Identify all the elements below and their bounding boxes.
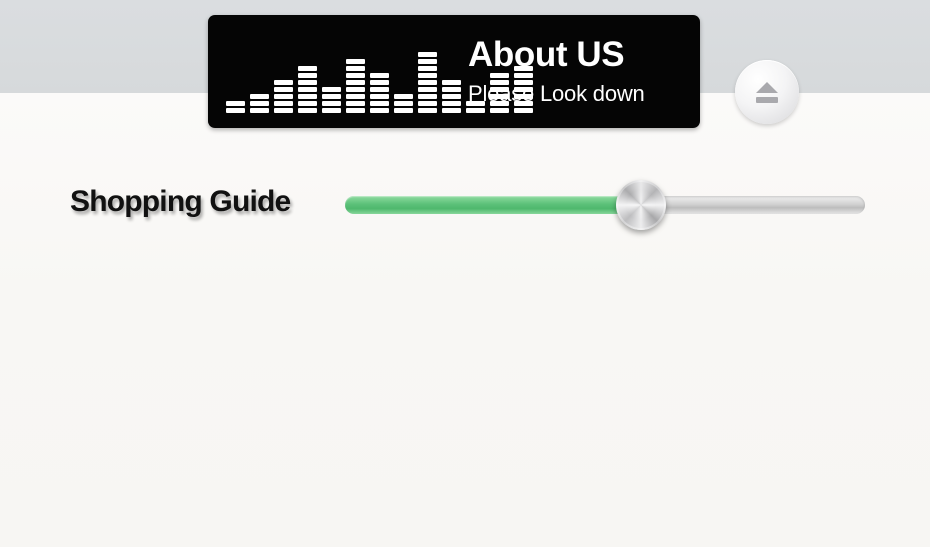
equalizer-bar (418, 52, 437, 113)
equalizer-segment (346, 80, 365, 85)
about-us-banner: About US Please Look down (208, 15, 700, 128)
equalizer-segment (226, 108, 245, 113)
equalizer-segment (298, 101, 317, 106)
equalizer-segment (418, 94, 437, 99)
equalizer-segment (274, 80, 293, 85)
shopping-icons-row (60, 393, 870, 509)
equalizer-bar (394, 94, 413, 113)
equalizer-segment (418, 73, 437, 78)
equalizer-segment (298, 66, 317, 71)
equalizer-segment (418, 87, 437, 92)
equalizer-segment (370, 87, 389, 92)
equalizer-segment (442, 101, 461, 106)
equalizer-segment (298, 80, 317, 85)
equalizer-bar (250, 94, 269, 113)
equalizer-bar (298, 66, 317, 113)
equalizer-bar (442, 80, 461, 113)
equalizer-segment (418, 52, 437, 57)
banner-title: About US (468, 35, 625, 74)
progress-slider[interactable] (345, 180, 865, 230)
equalizer-segment (442, 108, 461, 113)
equalizer-segment (418, 108, 437, 113)
equalizer-segment (298, 108, 317, 113)
equalizer-segment (346, 66, 365, 71)
equalizer-segment (442, 94, 461, 99)
equalizer-segment (298, 87, 317, 92)
eject-icon (756, 81, 778, 93)
equalizer-segment (346, 87, 365, 92)
equalizer-segment (274, 108, 293, 113)
equalizer-bar (226, 101, 245, 113)
eject-icon-bar (756, 96, 778, 103)
equalizer-segment (322, 87, 341, 92)
shopping-steps-row (60, 245, 870, 375)
equalizer-segment (250, 94, 269, 99)
equalizer-segment (322, 94, 341, 99)
eject-button[interactable] (735, 60, 799, 124)
equalizer-segment (346, 108, 365, 113)
equalizer-segment (226, 101, 245, 106)
equalizer-segment (418, 66, 437, 71)
equalizer-segment (370, 94, 389, 99)
equalizer-segment (418, 59, 437, 64)
equalizer-segment (346, 73, 365, 78)
equalizer-segment (298, 94, 317, 99)
equalizer-bar (346, 59, 365, 113)
banner-text-block: About US Please Look down (468, 35, 683, 109)
equalizer-segment (274, 87, 293, 92)
equalizer-segment (370, 73, 389, 78)
equalizer-bar (274, 80, 293, 113)
equalizer-segment (394, 108, 413, 113)
equalizer-segment (274, 94, 293, 99)
equalizer-segment (370, 80, 389, 85)
equalizer-segment (250, 101, 269, 106)
equalizer-segment (346, 59, 365, 64)
equalizer-segment (298, 73, 317, 78)
equalizer-segment (346, 94, 365, 99)
equalizer-segment (418, 80, 437, 85)
banner-subtitle: Please Look down (468, 81, 645, 106)
equalizer-segment (322, 108, 341, 113)
equalizer-segment (322, 101, 341, 106)
equalizer-segment (370, 108, 389, 113)
equalizer-bar (322, 87, 341, 113)
equalizer-segment (394, 94, 413, 99)
about-us-banner-page: About US Please Look down Shopping Guide (0, 0, 930, 547)
equalizer-segment (370, 101, 389, 106)
equalizer-segment (394, 101, 413, 106)
slider-fill (345, 196, 642, 214)
equalizer-segment (418, 101, 437, 106)
equalizer-segment (442, 87, 461, 92)
equalizer-segment (274, 101, 293, 106)
equalizer-segment (442, 80, 461, 85)
page-title: Shopping Guide (70, 185, 291, 218)
equalizer-segment (250, 108, 269, 113)
equalizer-segment (346, 101, 365, 106)
equalizer-bar (370, 73, 389, 113)
